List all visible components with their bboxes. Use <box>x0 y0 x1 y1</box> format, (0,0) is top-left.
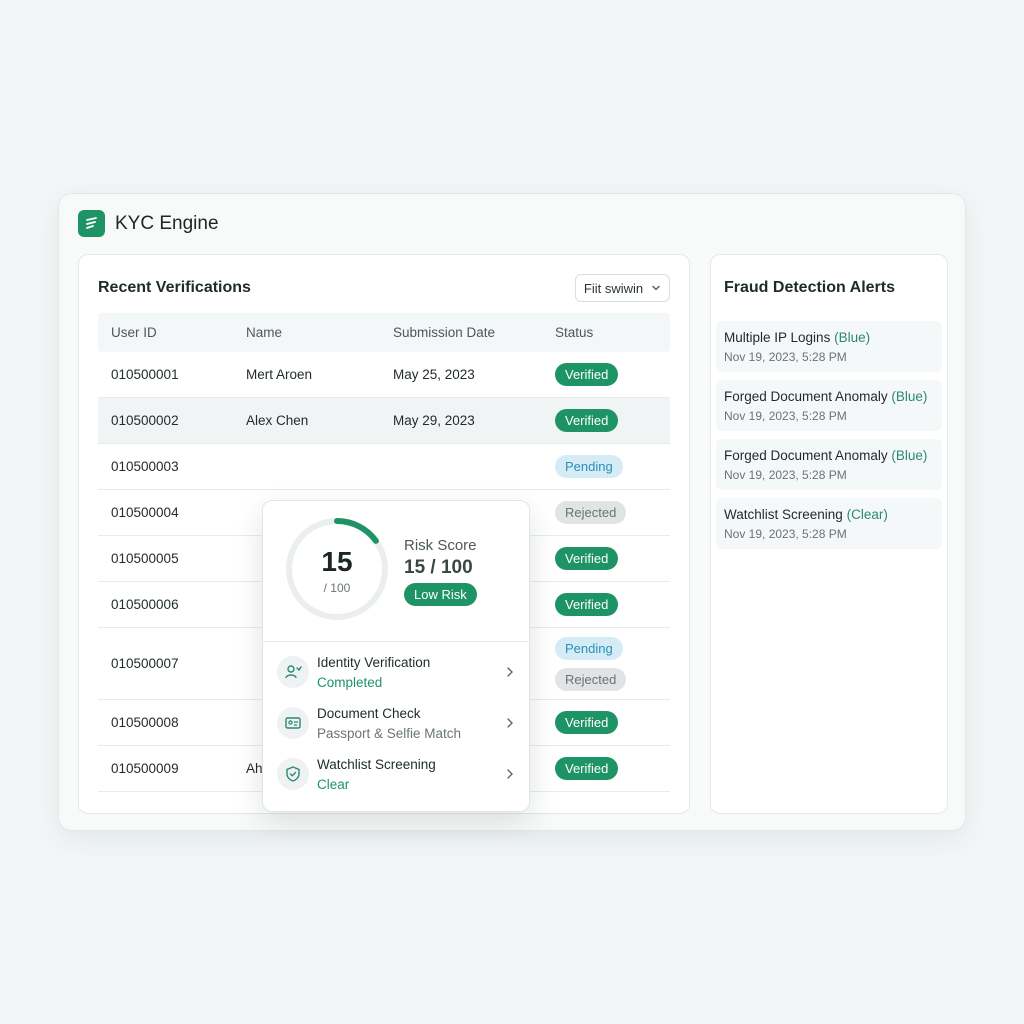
step-title: Watchlist Screening <box>317 756 436 772</box>
alert-list: Multiple IP Logins (Blue) Nov 19, 2023, 5… <box>716 321 942 557</box>
status-badge: Verified <box>555 593 619 616</box>
user-id-cell: 010500009 <box>111 761 179 776</box>
chevron-right-icon <box>507 769 513 779</box>
step-watchlist-screening[interactable]: Watchlist Screening Clear <box>277 751 517 797</box>
step-title: Document Check <box>317 705 421 721</box>
status-badge: Rejected <box>555 667 627 691</box>
alert-title: Forged Document Anomaly (Blue) <box>724 389 934 404</box>
user-id-cell: 010500001 <box>111 367 179 382</box>
id-card-icon <box>277 707 309 739</box>
status-badge: Verified <box>555 363 619 386</box>
verifications-title: Recent Verifications <box>98 279 251 296</box>
filter-label: Fiit swiwin <box>583 280 644 296</box>
app-title: KYC Engine <box>115 212 219 234</box>
column-header-date[interactable]: Submission Date <box>393 325 555 340</box>
status-badge: Verified <box>555 547 619 570</box>
alert-title: Forged Document Anomaly (Blue) <box>724 448 934 463</box>
alert-tag: (Clear) <box>846 507 888 522</box>
user-check-icon <box>277 656 309 688</box>
alert-title: Multiple IP Logins (Blue) <box>724 330 934 345</box>
alert-tag: (Blue) <box>834 330 871 345</box>
status-cell: Verified <box>555 363 670 386</box>
table-row[interactable]: 010500001 Mert Aroen May 25, 2023 Verified <box>98 352 670 398</box>
user-id-cell: 010500002 <box>111 413 179 428</box>
gauge-score: 15 <box>321 546 353 577</box>
gauge-out-of: / 100 <box>323 581 351 595</box>
recent-verifications-panel: Recent Verifications Fiit swiwin User ID… <box>78 254 690 814</box>
alert-timestamp: Nov 19, 2023, 5:28 PM <box>724 468 847 482</box>
fraud-alert-item[interactable]: Forged Document Anomaly (Blue) Nov 19, 20… <box>716 439 942 490</box>
column-header-name[interactable]: Name <box>246 325 393 340</box>
fraud-alert-item[interactable]: Watchlist Screening (Clear) Nov 19, 2023,… <box>716 498 942 549</box>
fraud-alert-item[interactable]: Multiple IP Logins (Blue) Nov 19, 2023, 5… <box>716 321 942 372</box>
app-header: KYC Engine <box>78 210 219 237</box>
status-cell: Rejected <box>555 501 670 524</box>
status-cell: Verified <box>555 593 670 616</box>
step-status: Clear <box>317 776 350 792</box>
table-row[interactable]: 010500003 Pending <box>98 444 670 490</box>
alert-title: Watchlist Screening (Clear) <box>724 507 934 522</box>
risk-level-badge: Low Risk <box>404 583 477 606</box>
app-window: KYC Engine Recent Verifications Fiit swi… <box>58 193 966 831</box>
risk-score-popover: 15 / 100 Risk Score 15 / 100 Low Risk Id… <box>262 500 530 812</box>
status-badge: Pending <box>555 455 623 478</box>
fraud-alerts-panel: Fraud Detection Alerts Multiple IP Login… <box>710 254 948 814</box>
user-id-cell: 010500007 <box>111 656 179 671</box>
status-badge: Verified <box>555 757 619 780</box>
column-header-status[interactable]: Status <box>555 325 670 340</box>
divider <box>263 641 529 642</box>
date-cell: May 29, 2023 <box>393 413 475 428</box>
alert-timestamp: Nov 19, 2023, 5:28 PM <box>724 350 847 364</box>
step-status: Completed <box>317 674 383 690</box>
alert-title-text: Forged Document Anomaly <box>724 389 888 404</box>
step-document-check[interactable]: Document Check Passport & Selfie Match <box>277 700 517 746</box>
step-status: Passport & Selfie Match <box>317 725 462 741</box>
fraud-alerts-title: Fraud Detection Alerts <box>724 279 895 296</box>
status-badge: Verified <box>555 711 619 734</box>
alert-title-text: Watchlist Screening <box>724 507 843 522</box>
chevron-right-icon <box>507 667 513 677</box>
alert-title-text: Forged Document Anomaly <box>724 448 888 463</box>
alert-timestamp: Nov 19, 2023, 5:28 PM <box>724 527 847 541</box>
status-cell: Verified <box>555 757 670 780</box>
alert-timestamp: Nov 19, 2023, 5:28 PM <box>724 409 847 423</box>
status-cell: Verified <box>555 711 670 734</box>
filter-dropdown[interactable]: Fiit swiwin <box>575 274 670 302</box>
risk-score-value: 15 / 100 <box>404 557 473 578</box>
fraud-alert-item[interactable]: Forged Document Anomaly (Blue) Nov 19, 20… <box>716 380 942 431</box>
chevron-down-icon <box>652 285 660 291</box>
alert-title-text: Multiple IP Logins <box>724 330 831 345</box>
status-cell: Verified <box>555 547 670 570</box>
shield-check-icon <box>277 758 309 790</box>
name-cell: Mert Aroen <box>246 367 313 382</box>
table-header: User ID Name Submission Date Status <box>98 313 670 352</box>
alert-tag: (Blue) <box>891 389 928 404</box>
status-cell: Pending <box>555 455 670 478</box>
alert-tag: (Blue) <box>891 448 928 463</box>
user-id-cell: 010500008 <box>111 715 179 730</box>
user-id-cell: 010500006 <box>111 597 179 612</box>
user-id-cell: 010500005 <box>111 551 179 566</box>
table-row[interactable]: 010500002 Alex Chen May 29, 2023 Verified <box>98 398 670 444</box>
user-id-cell: 010500004 <box>111 505 179 520</box>
chevron-right-icon <box>507 718 513 728</box>
user-id-cell: 010500003 <box>111 459 179 474</box>
status-badge: Rejected <box>555 501 627 524</box>
status-cell: Pending Rejected <box>555 636 670 691</box>
risk-score-label: Risk Score <box>404 537 477 554</box>
step-title: Identity Verification <box>317 654 431 670</box>
kyc-logo-icon <box>78 210 105 237</box>
column-header-user-id[interactable]: User ID <box>98 325 246 340</box>
status-badge: Verified <box>555 409 619 432</box>
name-cell: Alex Chen <box>246 413 309 428</box>
step-identity-verification[interactable]: Identity Verification Completed <box>277 649 517 695</box>
date-cell: May 25, 2023 <box>393 367 475 382</box>
status-cell: Verified <box>555 409 670 432</box>
status-badge: Pending <box>555 636 623 660</box>
